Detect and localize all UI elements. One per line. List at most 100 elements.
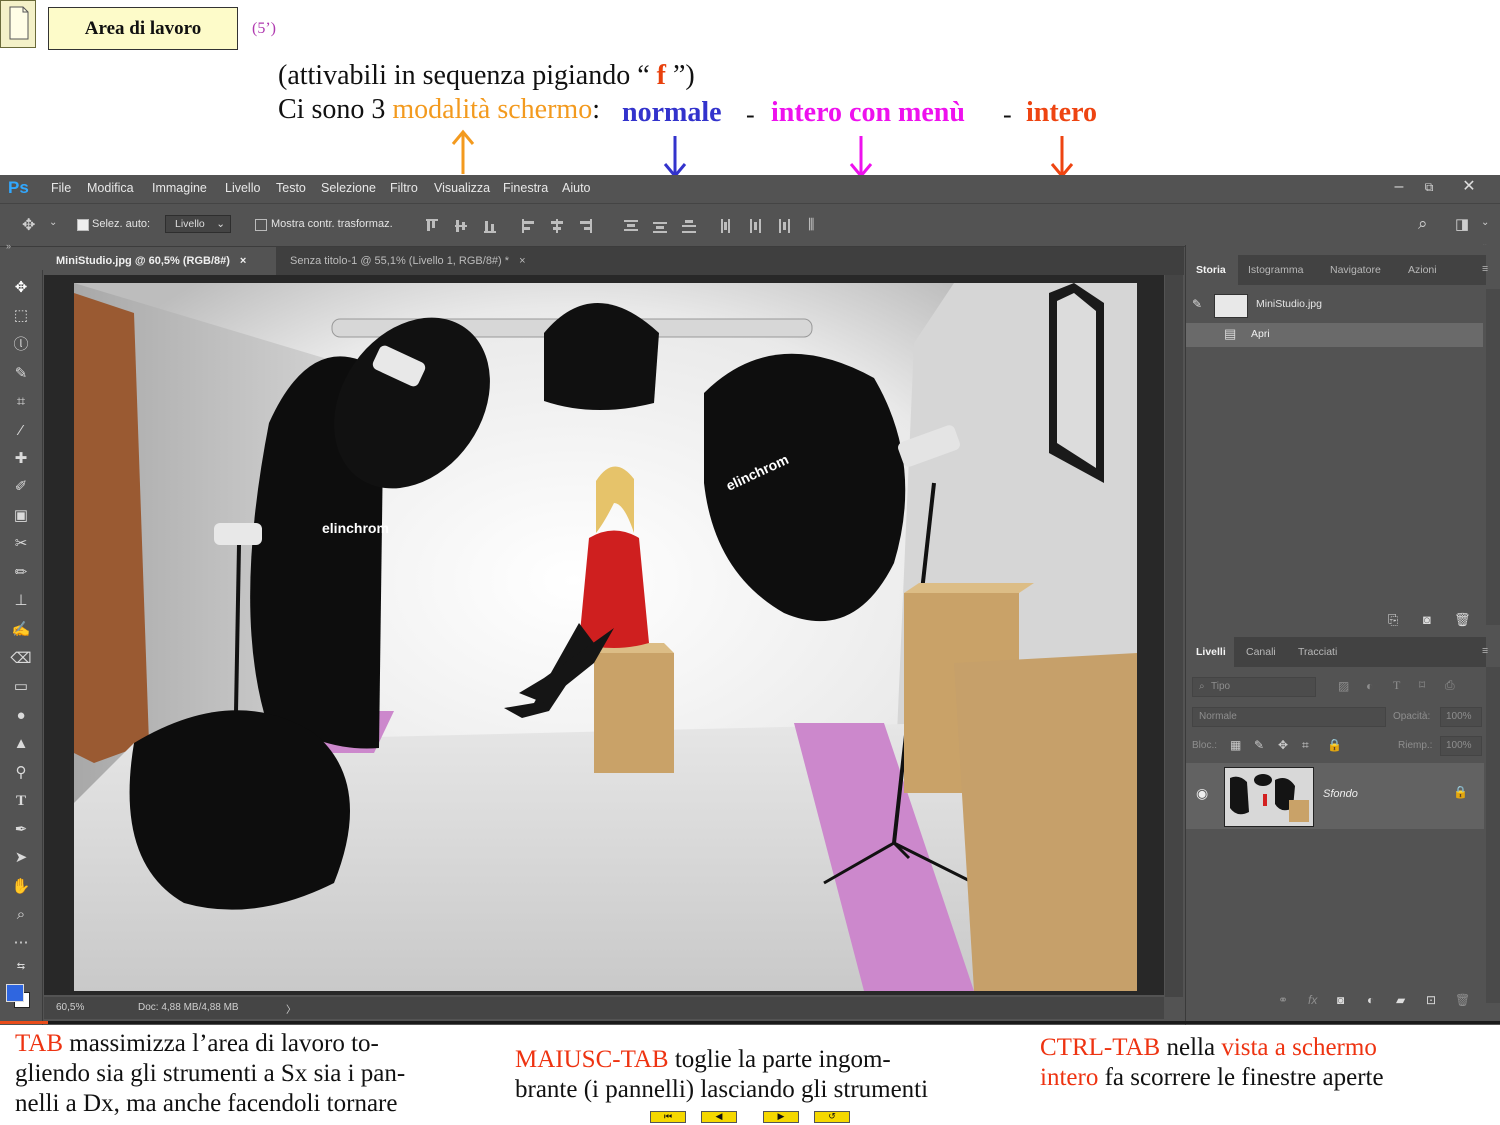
tab-navigatore[interactable]: Navigatore xyxy=(1330,264,1381,276)
new-layer-icon[interactable]: ⊡ xyxy=(1426,993,1436,1007)
previous-slide-icon[interactable]: ◀ xyxy=(701,1111,737,1123)
marquee-tool-icon[interactable]: ⬚ xyxy=(8,305,34,327)
panel-menu-icon[interactable]: ≡ xyxy=(1482,645,1488,657)
menu-selezione[interactable]: Selezione xyxy=(321,181,376,195)
vertical-scrollbar[interactable] xyxy=(1165,275,1183,997)
tab-storia[interactable]: Storia xyxy=(1196,264,1226,276)
menu-modifica[interactable]: Modifica xyxy=(87,181,134,195)
menu-filtro[interactable]: Filtro xyxy=(390,181,418,195)
history-brush-tool-icon[interactable]: ✂ xyxy=(8,533,34,555)
tab-azioni[interactable]: Azioni xyxy=(1408,264,1437,276)
fill-field[interactable]: 100% xyxy=(1440,736,1482,756)
path-selection-tool-icon[interactable]: ➤ xyxy=(8,847,34,869)
visibility-eye-icon[interactable]: ◉ xyxy=(1196,785,1208,802)
status-menu-arrow[interactable]: 〉 xyxy=(286,1001,296,1016)
auto-select-dropdown[interactable]: Livello ⌄ xyxy=(165,215,231,233)
trash-icon[interactable]: 🗑 xyxy=(1455,993,1470,1007)
eraser-tool-icon[interactable]: ⌫ xyxy=(8,648,34,670)
history-scrollbar[interactable] xyxy=(1486,289,1500,625)
blur-tool-icon[interactable]: ● xyxy=(8,705,34,727)
new-document-from-state-icon[interactable]: ⎘ xyxy=(1388,612,1398,628)
search-icon[interactable]: ⌕ xyxy=(1418,214,1428,234)
zoom-tool-icon[interactable]: ⌕ xyxy=(8,904,34,926)
layer-name[interactable]: Sfondo xyxy=(1323,788,1358,800)
align-distribute-icons[interactable] xyxy=(424,218,824,234)
menu-finestra[interactable]: Finestra xyxy=(503,181,548,195)
auto-align-icon[interactable]: ⫼ xyxy=(808,216,814,233)
move-tool-icon[interactable]: ✥ xyxy=(8,277,34,299)
layer-mask-icon[interactable]: ◙ xyxy=(1337,993,1344,1007)
lock-image-icon[interactable]: ✎ xyxy=(1254,738,1264,752)
brush-tool-icon[interactable]: ✏ xyxy=(8,562,34,584)
close-icon[interactable]: ✕ xyxy=(1457,177,1481,199)
foreground-color-swatch[interactable] xyxy=(6,984,24,1002)
collapse-panel-icon[interactable]: » xyxy=(6,241,11,251)
move-tool-icon[interactable]: ✥ xyxy=(22,215,35,235)
layer-filter-select[interactable]: ⌕ Tipo xyxy=(1192,677,1316,697)
chevron-down-icon[interactable]: ⌄ xyxy=(1481,217,1489,228)
lock-artboard-icon[interactable]: ⌗ xyxy=(1302,738,1309,753)
layers-scrollbar[interactable] xyxy=(1486,667,1500,1003)
clone-stamp-tool-icon[interactable]: ▣ xyxy=(8,505,34,527)
healing-brush-tool-icon[interactable]: ✚ xyxy=(8,448,34,470)
lasso-tool-icon[interactable]: ⓛ xyxy=(8,334,34,356)
blend-mode-select[interactable]: Normale xyxy=(1192,707,1386,727)
filter-type-icon[interactable]: T xyxy=(1393,678,1400,693)
return-icon[interactable]: ↺ xyxy=(814,1111,850,1123)
quick-selection-tool-icon[interactable]: ✎ xyxy=(8,363,34,385)
new-group-icon[interactable]: ▰ xyxy=(1396,993,1405,1007)
filter-adjustment-icon[interactable]: ◐ xyxy=(1366,679,1373,693)
filter-smart-object-icon[interactable]: ⎙ xyxy=(1445,678,1455,693)
history-snapshot[interactable]: ✎ MiniStudio.jpg xyxy=(1186,289,1486,319)
gradient-tool-icon[interactable]: ▭ xyxy=(8,676,34,698)
first-slide-icon[interactable]: ⏮ xyxy=(650,1111,686,1123)
tab-ministudio[interactable]: MiniStudio.jpg @ 60,5% (RGB/8#) × xyxy=(44,247,276,275)
history-brush-source-icon[interactable]: ✎ xyxy=(1192,297,1202,311)
adjustment-layer-icon[interactable]: ◐ xyxy=(1367,993,1374,1007)
lock-transparent-icon[interactable]: ▦ xyxy=(1230,738,1241,752)
eyedropper-tool-icon[interactable]: ⁄ xyxy=(8,420,34,442)
filter-shape-icon[interactable]: ⌑ xyxy=(1419,678,1425,692)
auto-select-checkbox[interactable] xyxy=(77,219,89,231)
crop-tool-icon[interactable]: ⌗ xyxy=(8,391,34,413)
opacity-field[interactable]: 100% xyxy=(1440,707,1482,727)
zoom-level[interactable]: 60,5% xyxy=(56,1002,84,1013)
tab-livelli[interactable]: Livelli xyxy=(1196,646,1226,658)
workspace-icon[interactable]: ◨ xyxy=(1455,215,1469,233)
history-state[interactable]: ▤ Apri xyxy=(1186,323,1483,347)
tab-tracciati[interactable]: Tracciati xyxy=(1298,646,1337,658)
tab-canali[interactable]: Canali xyxy=(1246,646,1276,658)
brush-tool-icon[interactable]: ✐ xyxy=(8,476,34,498)
lock-all-icon[interactable]: 🔒 xyxy=(1327,738,1342,752)
type-tool-icon[interactable]: T xyxy=(8,790,34,812)
link-layers-icon[interactable]: ⚭ xyxy=(1278,993,1288,1007)
filter-pixel-icon[interactable]: ▨ xyxy=(1338,679,1349,693)
close-tab-icon[interactable]: × xyxy=(240,255,246,267)
next-slide-icon[interactable]: ▶ xyxy=(763,1111,799,1123)
layer-style-icon[interactable]: fx xyxy=(1308,993,1317,1007)
transform-controls-checkbox[interactable] xyxy=(255,219,267,231)
panel-menu-icon[interactable]: ≡ xyxy=(1482,263,1488,275)
hand-tool-icon[interactable]: ✋ xyxy=(8,876,34,898)
menu-aiuto[interactable]: Aiuto xyxy=(562,181,591,195)
dodge-tool-icon[interactable]: ⚲ xyxy=(8,762,34,784)
menu-file[interactable]: File xyxy=(51,181,71,195)
minimize-icon[interactable]: – xyxy=(1387,177,1411,199)
sharpen-tool-icon[interactable]: ▲ xyxy=(8,733,34,755)
trash-icon[interactable]: 🗑 xyxy=(1454,612,1471,628)
menu-livello[interactable]: Livello xyxy=(225,181,260,195)
tab-senza-titolo[interactable]: Senza titolo-1 @ 55,1% (Livello 1, RGB/8… xyxy=(278,247,608,275)
menu-visualizza[interactable]: Visualizza xyxy=(434,181,490,195)
more-tools-icon[interactable]: ⋯ xyxy=(8,932,34,954)
art-history-brush-icon[interactable]: ✍ xyxy=(8,619,34,641)
pen-tool-icon[interactable]: ✒ xyxy=(8,819,34,841)
menu-immagine[interactable]: Immagine xyxy=(152,181,207,195)
lock-position-icon[interactable]: ✥ xyxy=(1278,738,1288,752)
layer-row[interactable]: ◉ Sfondo 🔒 xyxy=(1186,763,1484,829)
close-tab-icon[interactable]: × xyxy=(519,255,525,267)
tab-istogramma[interactable]: Istogramma xyxy=(1248,264,1303,276)
document-icon[interactable] xyxy=(0,0,36,48)
chevron-down-icon[interactable]: ⌄ xyxy=(49,217,57,228)
restore-icon[interactable]: ⧉ xyxy=(1417,177,1441,199)
camera-icon[interactable]: ◙ xyxy=(1423,612,1431,627)
